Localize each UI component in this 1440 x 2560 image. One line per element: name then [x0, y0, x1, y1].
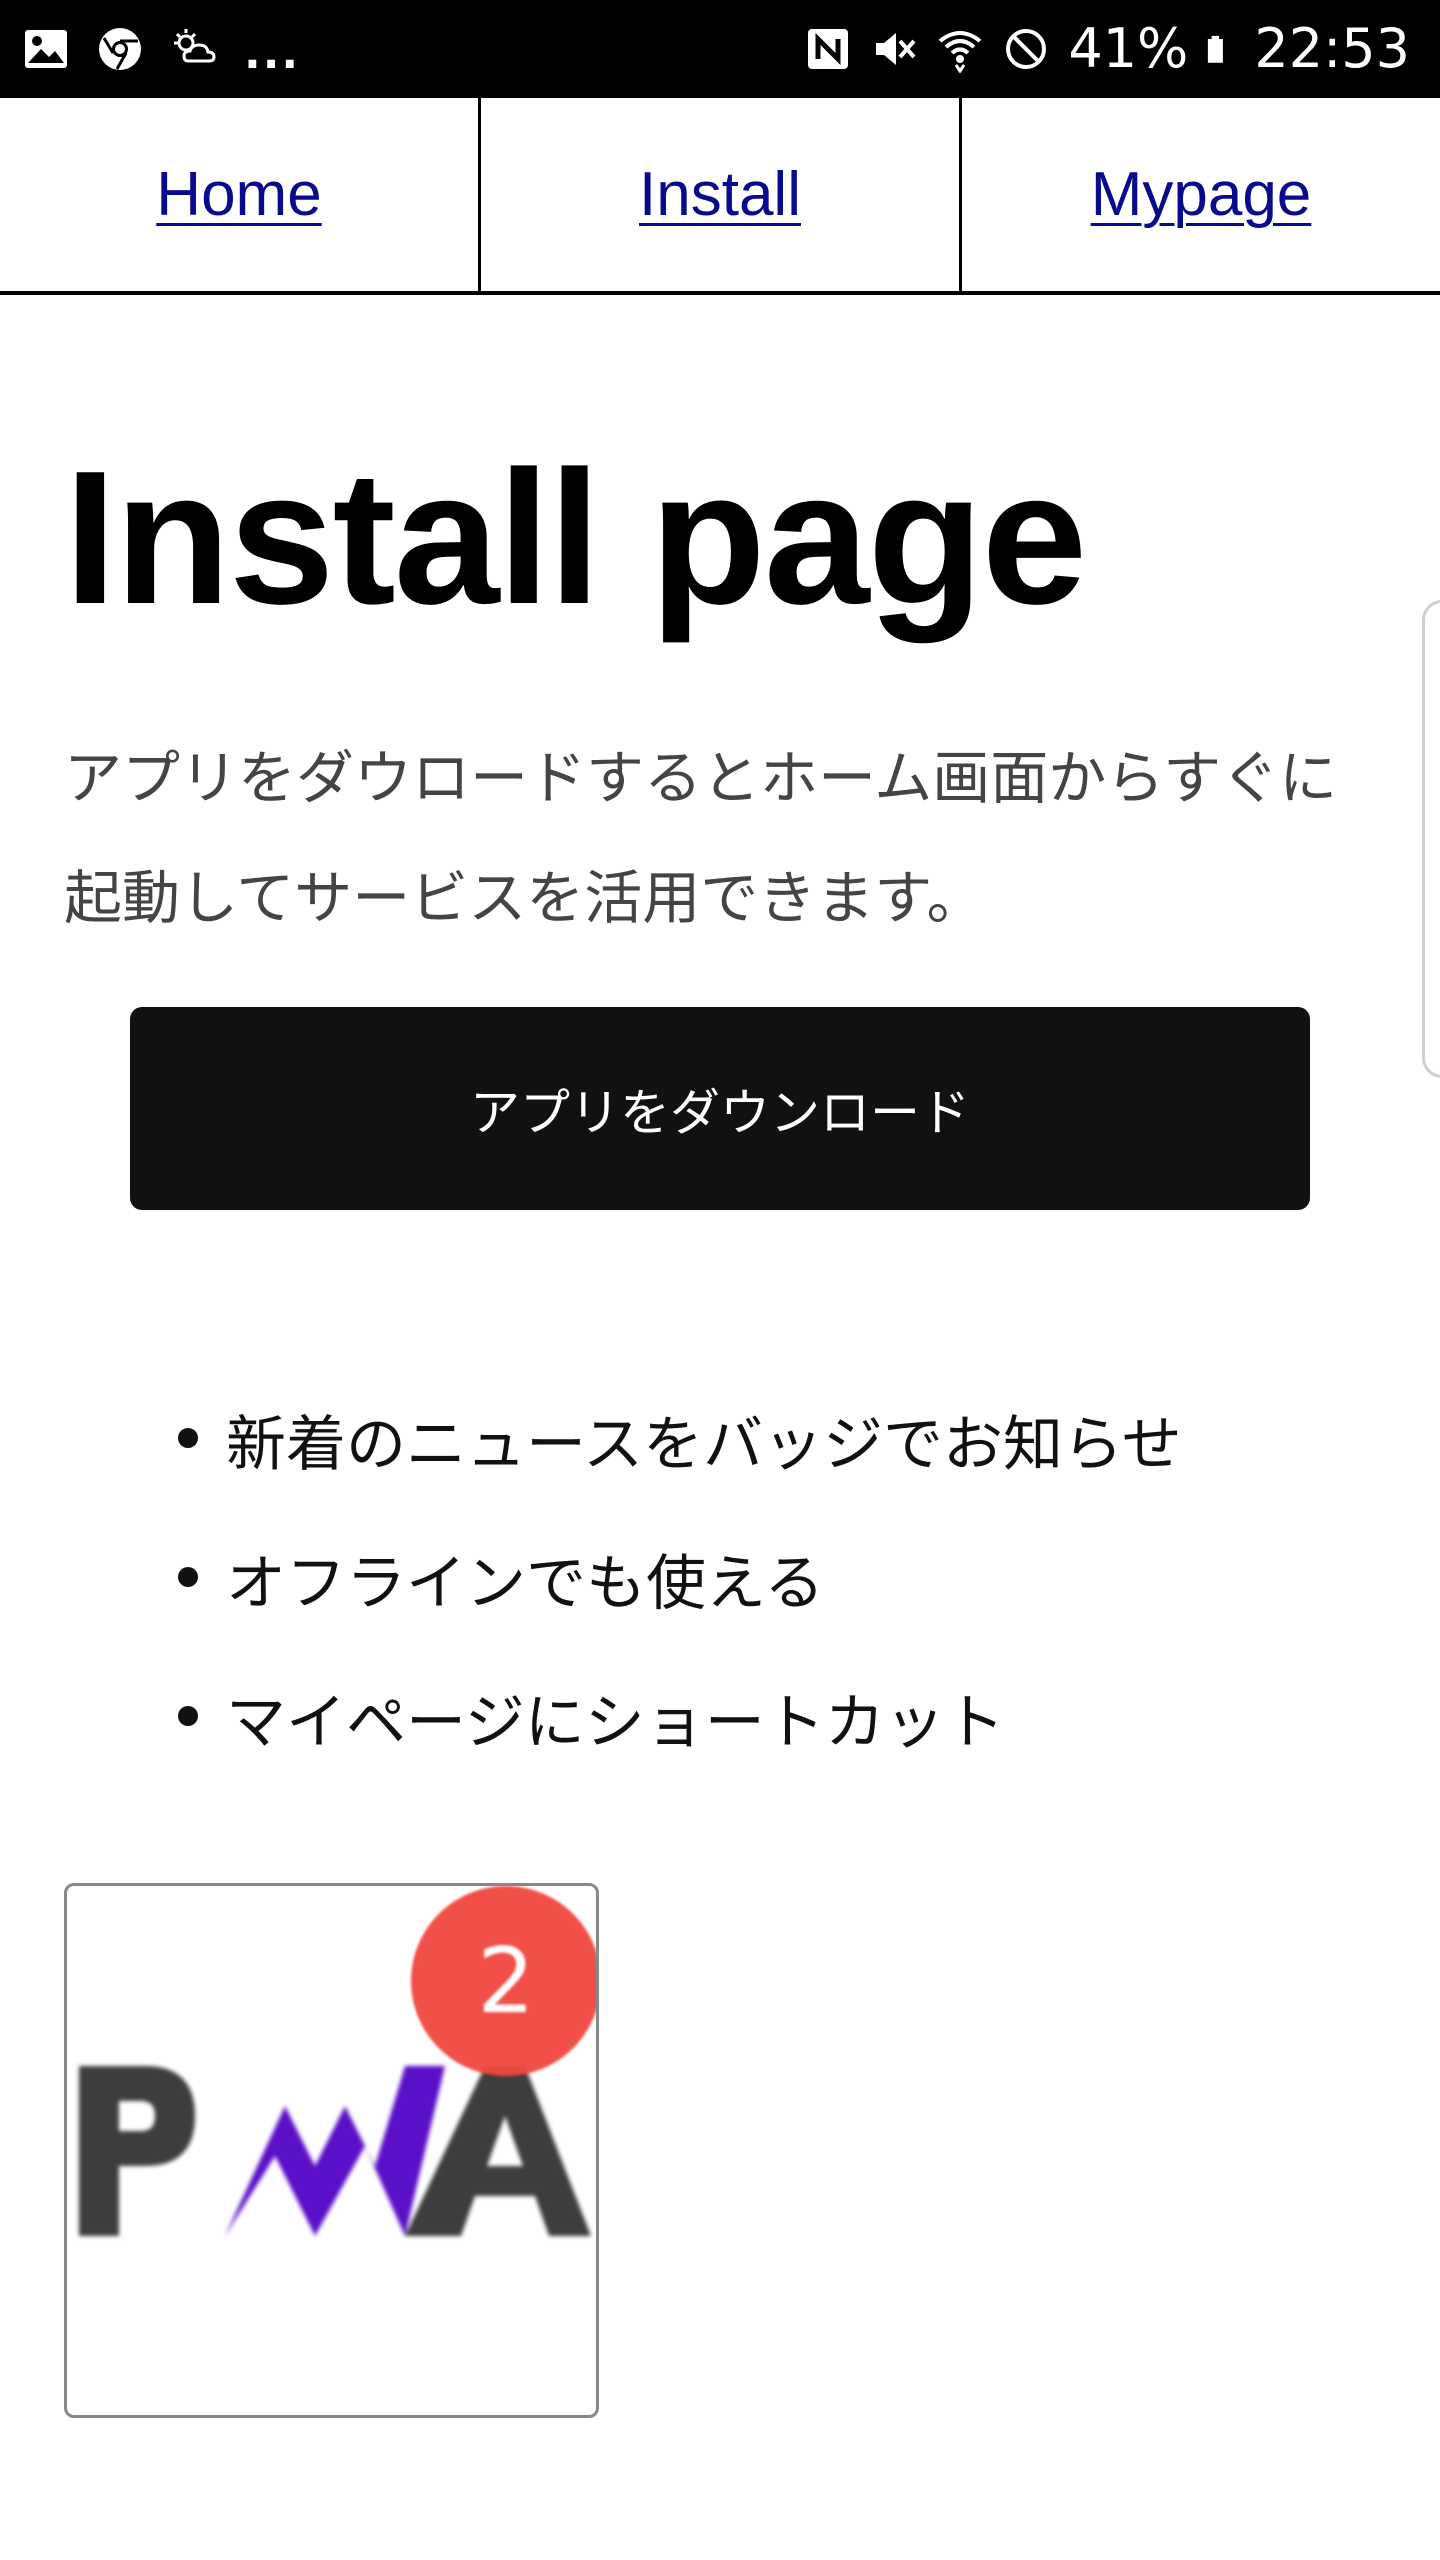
page-title: Install page [64, 432, 1087, 644]
feature-item: マイページにショートカット [170, 1648, 1182, 1787]
download-app-button[interactable]: アプリをダウンロード [130, 1007, 1310, 1210]
status-bar-right: 41% 22:53 [804, 0, 1410, 98]
edge-panel-handle[interactable] [1422, 600, 1440, 1078]
nav-item-home: Home [0, 98, 481, 291]
status-bar-left: ... [22, 0, 300, 98]
wifi-icon [939, 31, 982, 73]
bullet-icon [178, 1428, 198, 1448]
bullet-icon [178, 1567, 198, 1587]
feature-text: オフラインでも使える [226, 1549, 825, 1619]
feature-text: マイページにショートカット [226, 1688, 1005, 1758]
nav-item-install: Install [481, 98, 962, 291]
do-not-disturb-icon [1006, 29, 1047, 69]
feature-item: オフラインでも使える [170, 1509, 1182, 1648]
app-icon-preview: 2 [64, 1883, 599, 2418]
status-bar: ... 41% 22:53 [0, 0, 1440, 98]
pwa-logo [79, 2066, 591, 2236]
gallery-icon [25, 30, 67, 68]
status-time: 22:53 [1254, 17, 1410, 80]
battery-percent: 41% [1068, 17, 1189, 80]
battery-icon [1208, 35, 1224, 63]
feature-text: 新着のニュースをバッジでお知らせ [226, 1410, 1182, 1480]
nav-link-home[interactable]: Home [156, 159, 321, 230]
feature-item: 新着のニュースをバッジでお知らせ [170, 1370, 1182, 1509]
bullet-icon [178, 1706, 198, 1726]
nav-link-mypage[interactable]: Mypage [1091, 159, 1312, 230]
intro-text: アプリをダウロードするとホーム画面からすぐに起動してサービスを活用できます。 [64, 744, 1338, 932]
feature-list: 新着のニュースをバッジでお知らせ オフラインでも使える マイページにショートカッ… [170, 1370, 1182, 1787]
notification-badge: 2 [411, 1886, 596, 2076]
status-overflow: ... [244, 28, 301, 79]
vibrate-icon [876, 33, 916, 65]
nfc-icon [808, 29, 849, 69]
chrome-icon [99, 28, 141, 70]
top-nav: Home Install Mypage [0, 98, 1440, 295]
nav-link-install[interactable]: Install [639, 159, 801, 230]
nav-item-mypage: Mypage [962, 98, 1440, 291]
weather-icon [174, 29, 216, 63]
